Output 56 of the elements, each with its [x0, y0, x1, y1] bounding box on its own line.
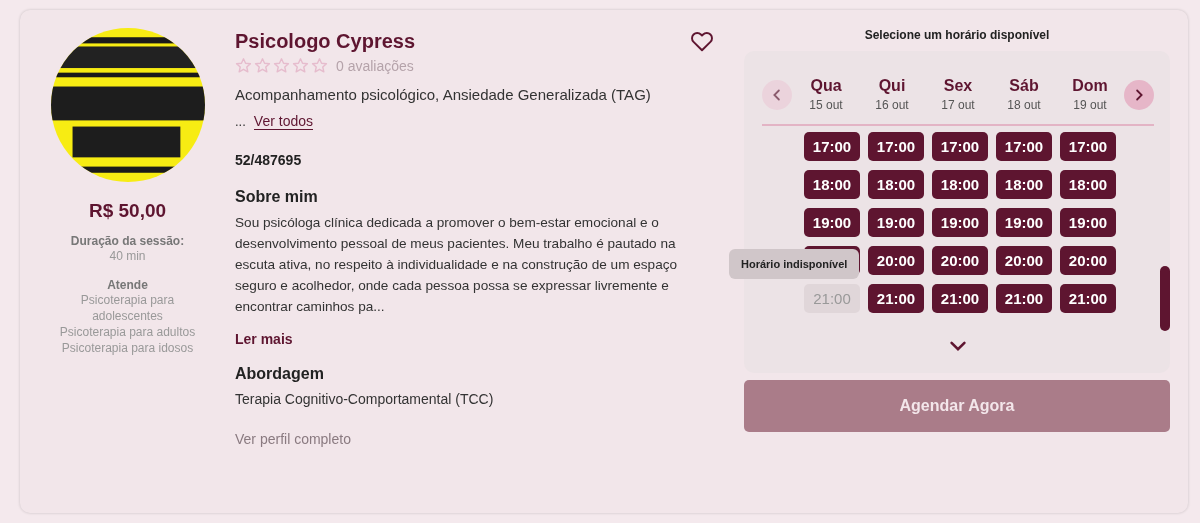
day-date: 15 out [808, 98, 844, 112]
time-slot-button[interactable]: 18:00 [868, 170, 924, 199]
time-slot-button[interactable]: 19:00 [1060, 208, 1116, 237]
time-slot-button[interactable]: 20:00 [868, 246, 924, 275]
about-heading: Sobre mim [235, 188, 318, 206]
duration-value: 40 min [108, 248, 147, 264]
approach-text: Terapia Cognitivo-Comportamental (TCC) [235, 391, 494, 407]
service-item: Psicoterapia para adultos [58, 324, 197, 340]
time-slot-button[interactable]: 21:00 [932, 284, 988, 313]
service-item: Psicoterapia para idosos [60, 340, 195, 356]
day-name: Sáb [1008, 77, 1040, 95]
time-slot-button[interactable]: 17:00 [996, 132, 1052, 161]
time-slot-button[interactable]: 19:00 [804, 208, 860, 237]
psychologist-name: Psicologo Cypress [235, 29, 416, 53]
day-name: Dom [1071, 77, 1109, 95]
time-slot-button[interactable]: 18:00 [1060, 170, 1116, 199]
time-slot-button[interactable]: 20:00 [1060, 246, 1116, 275]
serves-label: Atende [107, 278, 148, 292]
approach-heading: Abordagem [235, 365, 324, 383]
time-slot-button[interactable]: 17:00 [1060, 132, 1116, 161]
next-button[interactable] [1124, 79, 1154, 110]
registration-number: 52/487695 [235, 152, 302, 168]
time-slot-button[interactable]: 18:00 [804, 170, 860, 199]
time-slot-button[interactable]: 18:00 [932, 170, 988, 199]
specialties: Acompanhamento psicológico, Ansiedade Generalizada (TAG) [235, 86, 651, 103]
service-item: Psicoterapia para adolescentes [79, 292, 176, 324]
ellipsis: ... [235, 114, 246, 129]
day-date: 19 out [1072, 98, 1108, 112]
day-date: 17 out [940, 98, 976, 112]
time-slot-button[interactable]: 18:00 [996, 170, 1052, 199]
tooltip: Horário indisponível [729, 249, 860, 279]
review-count: 0 avaliações [336, 57, 414, 74]
day-name: Qua [809, 77, 843, 95]
time-slot-button[interactable]: 20:00 [932, 246, 988, 275]
time-slot-button[interactable]: 17:00 [804, 132, 860, 161]
day-date: 18 out [1006, 98, 1042, 112]
time-slot-button[interactable]: 17:00 [932, 132, 988, 161]
time-slot-button[interactable]: 19:00 [868, 208, 924, 237]
about-text: Sou psicóloga clínica dedicada a promover o bem-estar emocional e o desenvolvimento pessoal de meus pacientes. Meu trabalho é pautado na escuta ativa, no respeito à individualidade e na construção de um espaço seguro e acolhedor, onde cada pessoa possa se expressar livremente e encontrar caminhos pa... [235, 214, 679, 316]
previous-button[interactable] [762, 79, 792, 110]
time-slot-button[interactable]: 20:00 [996, 246, 1052, 275]
session-price: R$ 50,00 [88, 200, 167, 222]
time-slot-button[interactable]: 21:00 [868, 284, 924, 313]
time-slot-button[interactable]: 21:00 [996, 284, 1052, 313]
duration-label: Duração da sessão: [70, 234, 185, 248]
scrollbar-thumb[interactable] [1160, 266, 1170, 331]
time-slot-button[interactable]: 21:00 [1060, 284, 1116, 313]
time-slot-button[interactable]: 19:00 [932, 208, 988, 237]
see-all-link[interactable]: Ver todos [253, 113, 313, 130]
schedule-title: Selecione um horário disponível [864, 28, 1050, 42]
day-name: Sex [942, 77, 974, 95]
time-slot-button[interactable]: 17:00 [868, 132, 924, 161]
time-slot-button[interactable]: 19:00 [996, 208, 1052, 237]
read-more-link[interactable]: Ler mais [235, 331, 293, 347]
day-date: 16 out [874, 98, 910, 112]
day-name: Qui [877, 77, 907, 95]
